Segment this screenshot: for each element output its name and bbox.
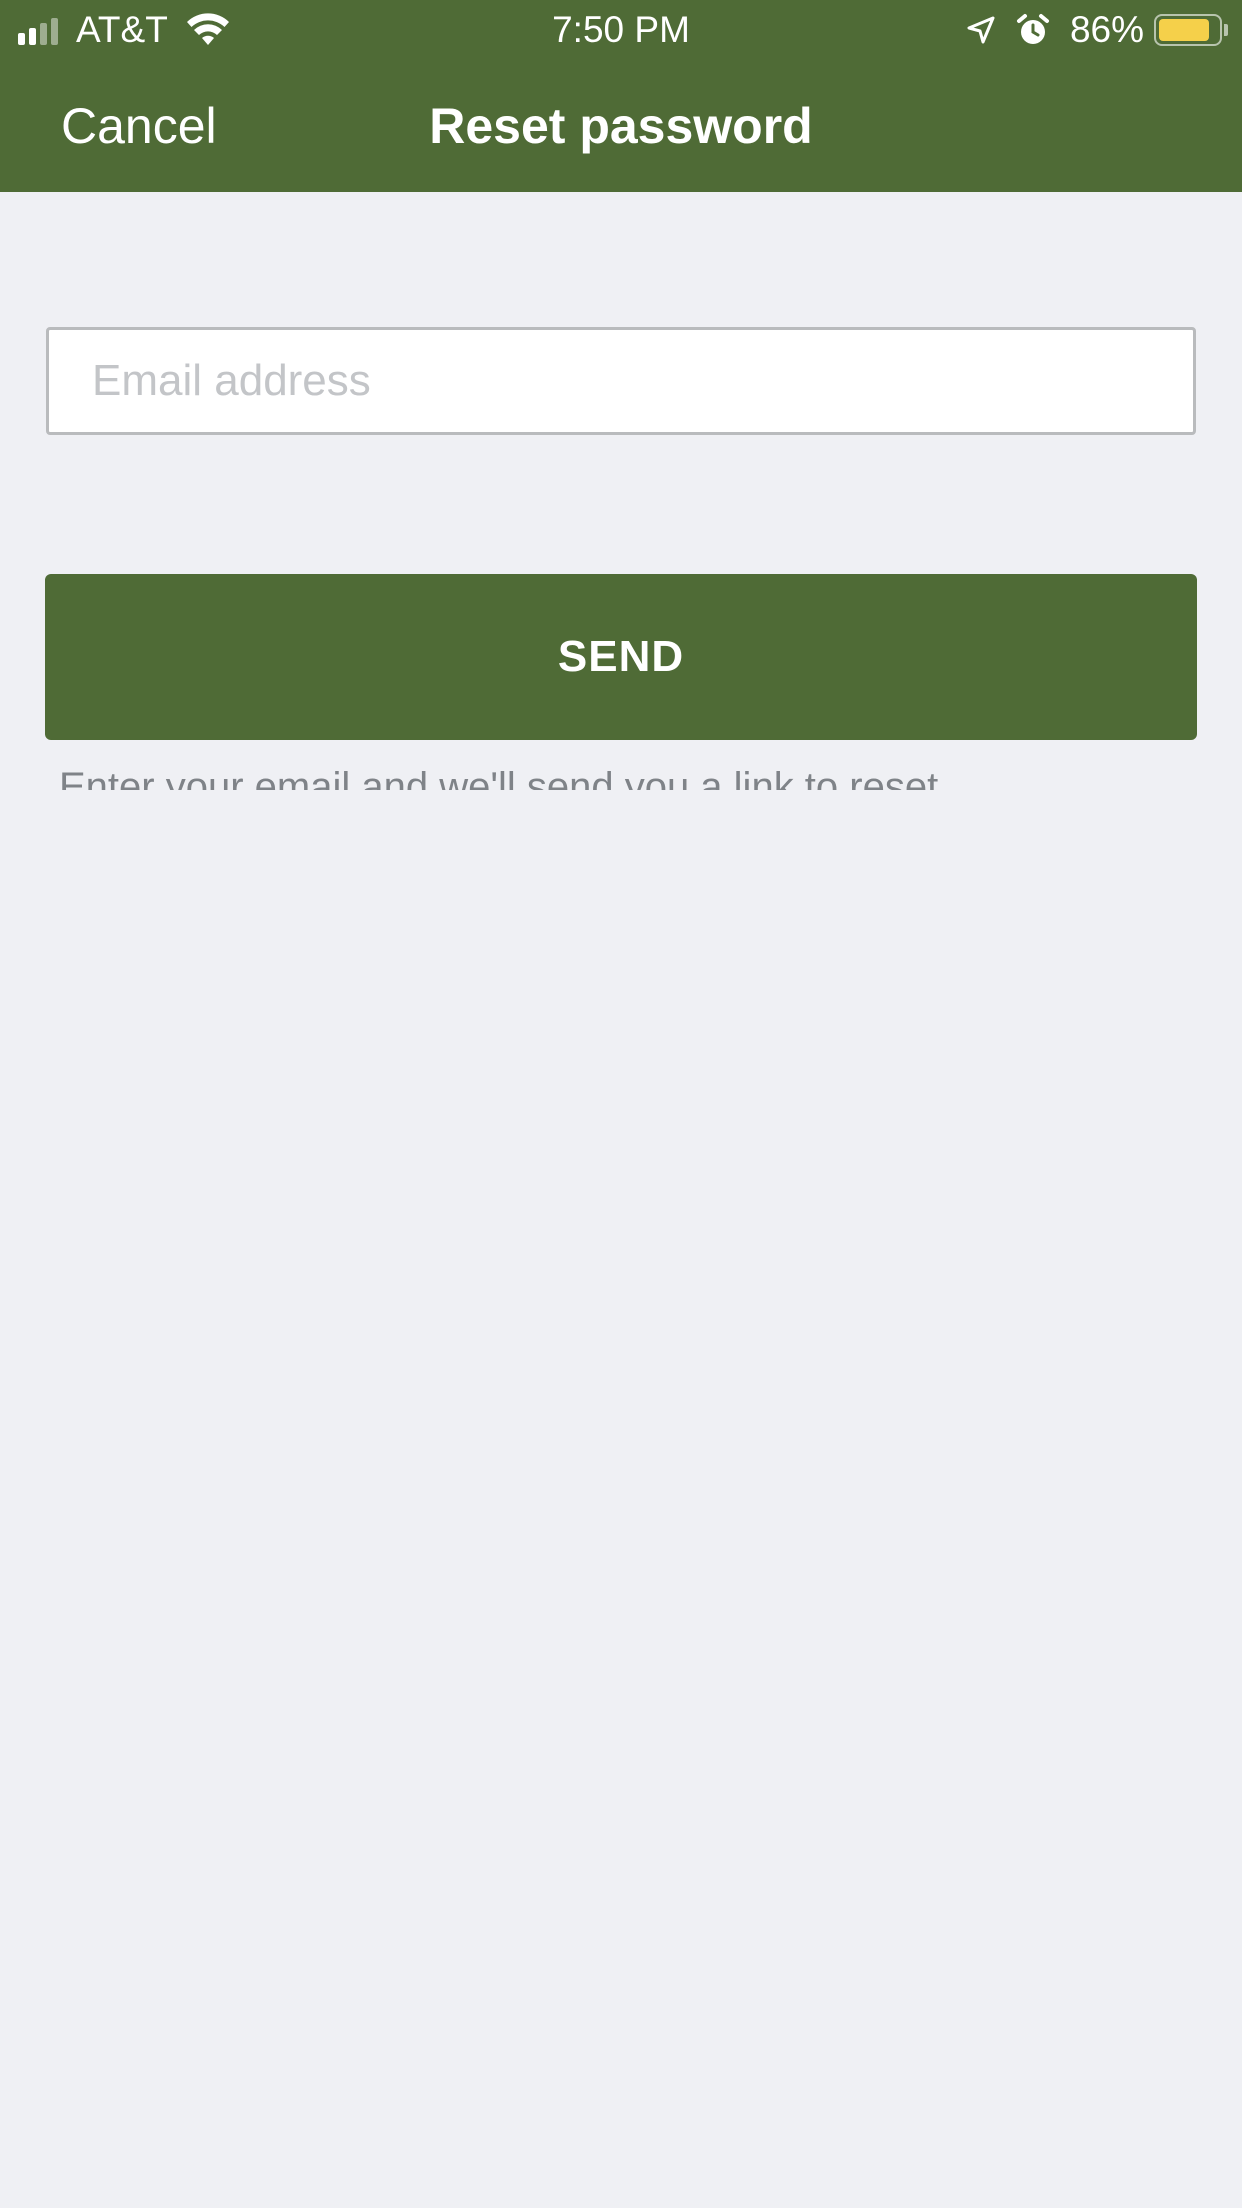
battery-cap (1224, 24, 1228, 36)
battery-fill (1159, 19, 1209, 41)
status-bar: AT&T 7:50 PM 86% (0, 0, 1242, 60)
status-right: 86% (966, 10, 1228, 50)
battery-percent: 86% (1069, 9, 1144, 50)
email-input[interactable] (46, 327, 1196, 435)
help-text-container: Enter your email and we'll send you a li… (59, 760, 1159, 790)
location-icon (967, 16, 995, 44)
send-button[interactable]: SEND (45, 574, 1197, 740)
page-title: Reset password (429, 98, 813, 154)
battery-icon (1154, 14, 1222, 46)
alarm-icon (1016, 14, 1049, 44)
help-text: Enter your email and we'll send you a li… (59, 765, 939, 790)
